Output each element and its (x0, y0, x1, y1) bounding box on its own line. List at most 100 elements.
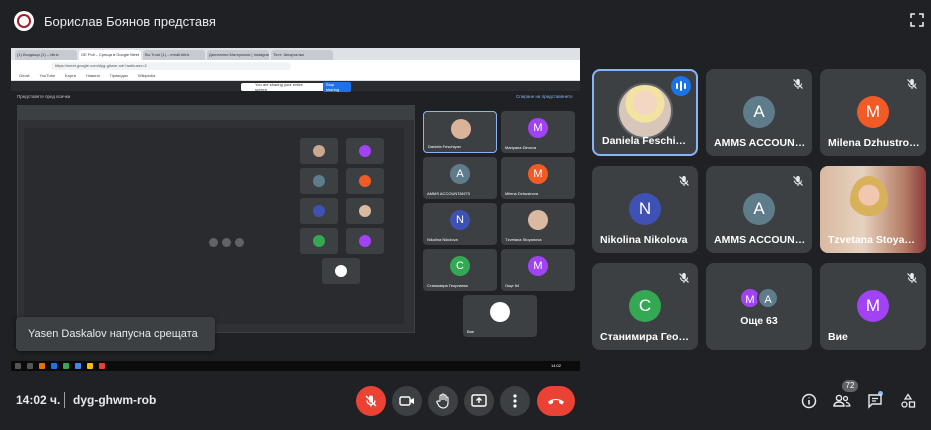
meeting-details-button[interactable] (800, 392, 818, 410)
participant-tile[interactable]: M Вие (820, 263, 926, 350)
participant-avatar: A (743, 96, 775, 128)
inner-participant-name: Станимира Георгиева (427, 283, 468, 288)
inner-participant-tile: C Станимира Георгиева (423, 249, 497, 291)
bookmark-item: Wikipedia (137, 73, 156, 78)
browser-tab: Bu.Trust (1) – email.bitrix (143, 50, 205, 60)
notification-toast: Yasen Daskalov напусна срещата (16, 317, 215, 351)
mic-off-icon (365, 395, 377, 407)
participant-tile[interactable]: N Nikolina Nikolova (592, 166, 698, 253)
inner-participant-tile: Вие (463, 295, 537, 337)
participant-photo (617, 83, 673, 139)
inner-participant-name: Mariyana Dimova (505, 145, 537, 150)
more-participants-label: Още 63 (740, 315, 778, 327)
nested-tile (346, 168, 384, 194)
nested-tile (346, 138, 384, 164)
end-call-icon (548, 399, 564, 405)
nested-tile (346, 198, 384, 224)
participants-button[interactable] (833, 392, 851, 410)
participant-tile[interactable]: A AMMS ACCOUNTANTS (706, 69, 812, 156)
browser-url: https://meet.google.com/dyg-ghwm-rob?aut… (51, 62, 291, 70)
chat-icon (868, 394, 882, 409)
mic-off-icon (792, 174, 804, 186)
fullscreen-icon[interactable] (909, 12, 925, 28)
participant-tile[interactable]: M Milena Dzhustrova (820, 69, 926, 156)
participant-avatar: C (629, 290, 661, 322)
participant-name: Вие (828, 331, 848, 343)
taskbar-clock: 14:02 (551, 363, 562, 368)
toast-text: Yasen Daskalov напусна срещата (28, 328, 198, 340)
nested-meet-grid (24, 128, 404, 324)
participant-tile[interactable]: Tzvetana Stoyanova (820, 166, 926, 253)
nested-tile (300, 168, 338, 194)
sharing-banner-text: You are sharing your entire screen (255, 82, 303, 92)
speaking-indicator-icon (671, 76, 691, 96)
inner-participant-avatar: C (450, 256, 470, 276)
more-vert-icon (513, 394, 517, 408)
nested-tile (300, 228, 338, 254)
participant-tile[interactable]: Daniela Feschiyan (592, 69, 698, 156)
mic-off-icon (678, 271, 690, 283)
meeting-code: dyg-ghwm-rob (73, 393, 157, 407)
participant-avatar: N (629, 193, 661, 225)
inner-participant-name: Tzvetana Stoyanova (505, 237, 542, 242)
people-icon (833, 394, 851, 407)
inner-participant-tile: N Nikolina Nikolova (423, 203, 497, 245)
participant-avatar: A (757, 287, 779, 309)
browser-tab: Дигитални Материали | Instagram (207, 50, 269, 60)
browser-tab: (1) Входящи (1) – bitrix (15, 50, 77, 60)
mic-off-icon (678, 174, 690, 186)
meet-window: Борислав Боянов представя (1) Входящи (1… (0, 0, 931, 430)
participant-avatar: M (857, 290, 889, 322)
participants-count-badge: 72 (842, 380, 858, 392)
participant-name: Milena Dzhustrova (828, 137, 920, 149)
bookmark-item: Карти (65, 73, 76, 78)
info-icon (801, 393, 817, 409)
bookmark-item: Новини (85, 73, 100, 78)
microphone-toggle-button[interactable] (356, 386, 386, 416)
more-participants-avatars: MA (739, 287, 779, 309)
raise-hand-button[interactable] (428, 386, 458, 416)
inner-stop-presenting-link: Спиране на представянето (516, 94, 573, 99)
participant-tile[interactable]: C Станимира Георгиева (592, 263, 698, 350)
nested-tile (346, 228, 384, 254)
participant-name: Tzvetana Stoyanova (828, 234, 920, 246)
leave-call-button[interactable] (537, 386, 575, 416)
participant-avatar: M (857, 96, 889, 128)
inner-participant-name: Nikolina Nikolova (427, 237, 458, 242)
participant-tile[interactable]: A AMMS ACCOUNTANTS (706, 166, 812, 253)
camera-icon (399, 396, 414, 406)
participant-name: Nikolina Nikolova (600, 234, 688, 246)
inner-participant-avatar (451, 119, 471, 139)
divider (64, 392, 65, 408)
participant-avatar: A (743, 193, 775, 225)
inner-participant-avatar: N (450, 210, 470, 230)
participant-name: Daniela Feschiyan (602, 135, 690, 147)
chat-button[interactable] (866, 392, 884, 410)
more-options-button[interactable] (500, 386, 530, 416)
inner-participant-name: AMMS ACCOUNTANTS (427, 191, 471, 196)
windows-taskbar: 14:02 (11, 361, 580, 371)
inner-participant-avatar: M (528, 256, 548, 276)
nested-tile (300, 138, 338, 164)
browser-tab: GE Poll – Среща в Google Meet (79, 50, 141, 60)
mic-off-icon (906, 271, 918, 283)
nested-tile (300, 198, 338, 224)
present-now-button[interactable] (464, 386, 494, 416)
activities-button[interactable] (899, 392, 917, 410)
browser-tab: Тест: Шпаргалка (271, 50, 333, 60)
mic-off-icon (792, 77, 804, 89)
inner-participant-tile: Daniela Feschiyan (423, 111, 497, 153)
inner-participant-tile: M Milena Dzhustrova (501, 157, 575, 199)
nested-browser-bar (18, 106, 414, 120)
participant-tile[interactable]: M A Още 63 (706, 263, 812, 350)
inner-participant-avatar: A (450, 164, 470, 184)
activities-icon (901, 393, 916, 408)
inner-participant-tile: M Още 64 (501, 249, 575, 291)
browser-address-bar: https://meet.google.com/dyg-ghwm-rob?aut… (11, 60, 580, 72)
participant-name: AMMS ACCOUNTANTS (714, 234, 806, 246)
presenter-label: Борислав Боянов представя (44, 13, 216, 29)
camera-toggle-button[interactable] (392, 386, 422, 416)
inner-participant-tile: Tzvetana Stoyanova (501, 203, 575, 245)
stop-sharing-button: Stop sharing (322, 82, 351, 92)
nested-shared-screen (17, 105, 415, 333)
